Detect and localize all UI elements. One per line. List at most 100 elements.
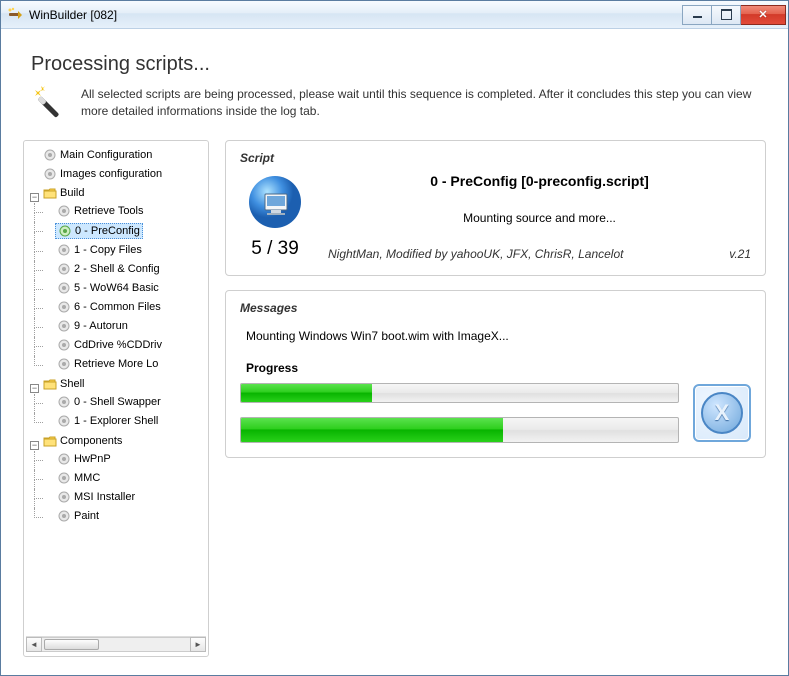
tree-item-label: CdDrive %CDDriv [74,339,162,351]
tree-item-label: Retrieve Tools [74,205,144,217]
tree-item[interactable]: Paint [55,509,101,523]
header-section: Processing scripts... All selected scrip… [23,45,766,140]
tree-item-label: 6 - Common Files [74,301,161,313]
tree-item[interactable]: 1 - Explorer Shell [55,414,160,428]
tree-item[interactable]: 5 - WoW64 Basic [55,281,161,295]
gear-icon [57,414,71,428]
tree-item-label: Components [60,435,122,447]
window-title: WinBuilder [082] [29,8,682,22]
script-status: Mounting source and more... [328,211,751,225]
gear-icon [57,338,71,352]
tree-item[interactable]: Retrieve More Lo [55,357,160,371]
progress-bar-script-fill [241,384,372,402]
tree-item[interactable]: 6 - Common Files [55,300,163,314]
gear-icon [43,148,57,162]
tree-panel: Main Configuration Images configuration − B… [23,140,209,657]
tree-expander[interactable]: − [30,384,39,393]
maximize-button[interactable] [711,5,741,25]
gear-icon [43,167,57,181]
tree-item-label: Retrieve More Lo [74,358,158,370]
tree-item-label: 9 - Autorun [74,320,128,332]
tree-item-label: Build [60,187,84,199]
horizontal-scrollbar[interactable]: ◄ ► [26,636,206,652]
tree-scroll-area[interactable]: Main Configuration Images configuration − B… [26,147,206,636]
tree-item-label: HwPnP [74,453,111,465]
folder-icon [43,377,57,391]
progress-bar-overall-fill [241,418,503,442]
script-panel-title: Script [240,151,751,165]
tree-expander[interactable]: − [30,441,39,450]
tree-item[interactable]: 1 - Copy Files [55,243,144,257]
cancel-icon: X [701,392,743,434]
gear-green-icon [58,224,72,238]
app-icon [7,7,23,23]
script-panel: Script [225,140,766,276]
close-button[interactable] [740,5,786,25]
gear-icon [57,509,71,523]
page-title: Processing scripts... [31,53,758,76]
tree-item[interactable]: Components [41,434,124,448]
tree-item[interactable]: Images configuration [41,167,164,181]
tree-item[interactable]: MMC [55,471,102,485]
content-area: Processing scripts... All selected scrip… [1,29,788,675]
tree-item[interactable]: Shell [41,377,86,391]
wand-icon [31,86,67,122]
tree-item-label: Paint [74,510,99,522]
messages-panel-title: Messages [240,301,751,315]
gear-icon [57,357,71,371]
minimize-button[interactable] [682,5,712,25]
tree-item-label: Shell [60,378,84,390]
gear-icon [57,300,71,314]
tree-item-label: 0 - Shell Swapper [74,396,161,408]
scroll-right-arrow[interactable]: ► [190,637,206,652]
tree-item[interactable]: 0 - Shell Swapper [55,395,163,409]
tree-item-label: 1 - Explorer Shell [74,415,158,427]
tree-item-label: Main Configuration [60,149,152,161]
tree-item[interactable]: Main Configuration [41,148,154,162]
gear-icon [57,243,71,257]
tree-item[interactable]: HwPnP [55,452,113,466]
tree-item-label: MMC [74,472,100,484]
cancel-button[interactable]: X [693,384,751,442]
tree-item[interactable]: 9 - Autorun [55,319,130,333]
script-counter: 5 / 39 [251,238,299,260]
tree-item-label: Images configuration [60,168,162,180]
tree-item[interactable]: CdDrive %CDDriv [55,338,164,352]
folder-icon [43,434,57,448]
gear-icon [57,319,71,333]
scroll-left-arrow[interactable]: ◄ [26,637,42,652]
gear-icon [57,281,71,295]
tree-item[interactable]: 2 - Shell & Config [55,262,162,276]
tree-item[interactable]: Build [41,186,86,200]
folder-icon [43,186,57,200]
tree-item[interactable]: MSI Installer [55,490,137,504]
progress-label: Progress [246,361,751,375]
script-authors: NightMan, Modified by yahooUK, JFX, Chri… [328,247,623,261]
gear-icon [57,490,71,504]
tree-item[interactable]: 0 - PreConfig [55,223,143,239]
script-name: 0 - PreConfig [0-preconfig.script] [328,173,751,189]
gear-icon [57,262,71,276]
tree-item-label: 2 - Shell & Config [74,263,160,275]
script-icon [247,174,303,230]
tree-item-label: 0 - PreConfig [75,225,140,237]
tree-item[interactable]: Retrieve Tools [55,204,146,218]
window-frame: WinBuilder [082] Processing scripts... A… [0,0,789,676]
messages-panel: Messages Mounting Windows Win7 boot.wim … [225,290,766,458]
tree-expander[interactable]: − [30,193,39,202]
progress-bar-overall [240,417,679,443]
tree-item-label: 1 - Copy Files [74,244,142,256]
header-description: All selected scripts are being processed… [81,86,758,120]
titlebar[interactable]: WinBuilder [082] [1,1,788,29]
script-version: v.21 [729,247,751,261]
gear-icon [57,452,71,466]
gear-icon [57,204,71,218]
gear-icon [57,395,71,409]
message-text: Mounting Windows Win7 boot.wim with Imag… [246,329,751,343]
tree-item-label: 5 - WoW64 Basic [74,282,159,294]
scroll-thumb[interactable] [44,639,99,650]
progress-bar-script [240,383,679,403]
scroll-track[interactable] [42,637,190,652]
script-tree: Main Configuration Images configuration − B… [26,147,206,528]
gear-icon [57,471,71,485]
